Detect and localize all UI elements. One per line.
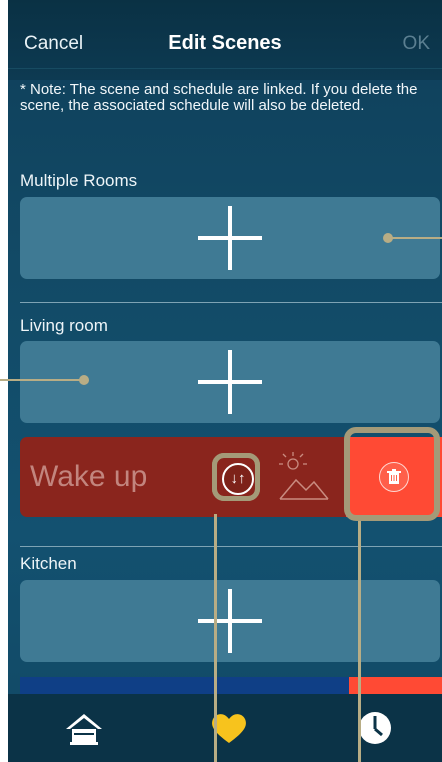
section-label-kitchen: Kitchen: [20, 554, 77, 573]
section-divider: [20, 546, 442, 547]
tab-home[interactable]: [60, 704, 108, 752]
callout-line-add-living: [0, 379, 86, 381]
tab-bar: [8, 694, 442, 762]
heart-icon: [212, 714, 246, 743]
navigation-bar: Cancel Edit Scenes OK: [8, 0, 442, 80]
scene-name: Wake up: [30, 460, 148, 493]
callout-line-reorder: [214, 514, 217, 762]
plus-icon: [198, 589, 262, 653]
delete-highlight-outline: [344, 427, 440, 521]
sunrise-landscape-icon: [279, 452, 329, 500]
callout-dot-add-living: [79, 375, 89, 385]
scene-schedule-note: * Note: The scene and schedule are linke…: [20, 81, 418, 114]
plus-icon: [198, 350, 262, 414]
add-scene-button-multiple-rooms[interactable]: [20, 197, 440, 279]
add-scene-button-kitchen[interactable]: [20, 580, 440, 662]
section-label-multiple-rooms: Multiple Rooms: [20, 171, 138, 190]
tab-favorites[interactable]: [205, 704, 253, 752]
home-icon: [66, 714, 102, 745]
callout-line-add-multiple: [388, 237, 442, 239]
callout-dot-add-multiple: [383, 233, 393, 243]
callout-line-delete: [358, 521, 361, 762]
phone-screen: Cancel Edit Scenes OK * Note: The scene …: [8, 0, 442, 762]
section-label-living-room: Living room: [20, 316, 108, 335]
ok-button[interactable]: OK: [403, 33, 430, 55]
header-divider: [8, 68, 442, 69]
reorder-highlight-outline: [212, 453, 260, 501]
section-divider: [20, 302, 442, 303]
plus-icon: [198, 206, 262, 270]
page-title: Edit Scenes: [168, 32, 282, 54]
scene-row-wake-up[interactable]: Wake up ↓↑: [20, 437, 346, 517]
